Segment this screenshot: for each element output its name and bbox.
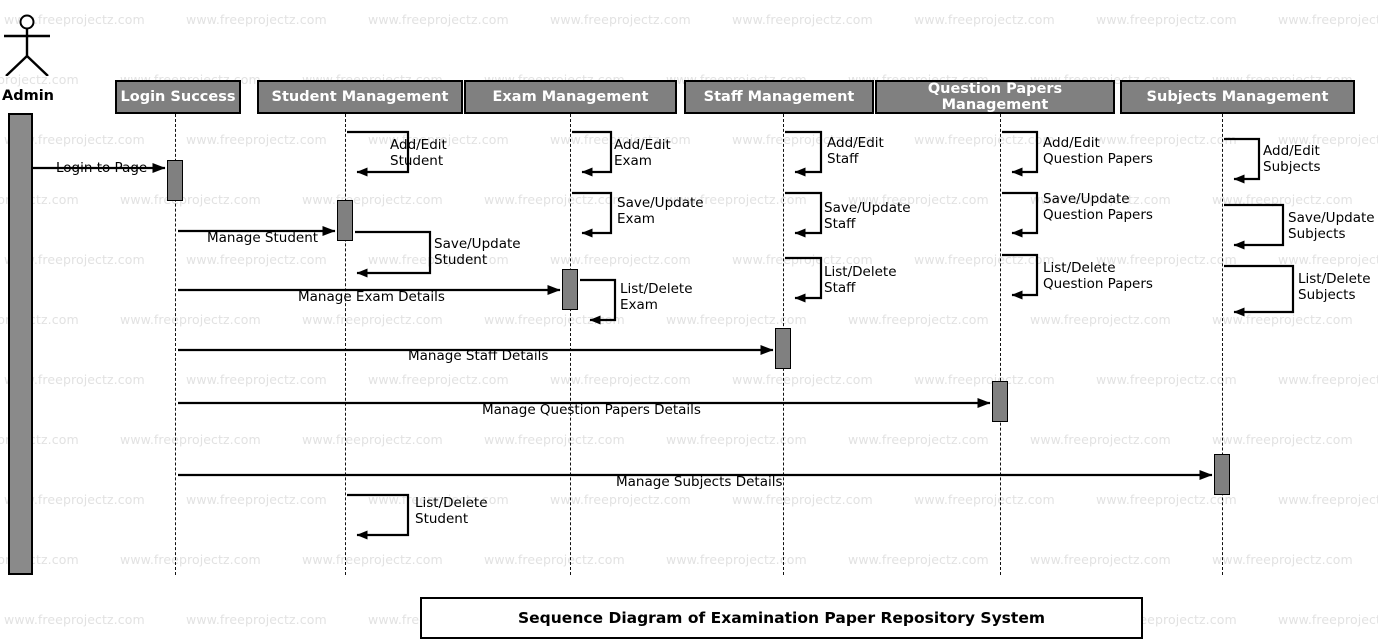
self-label-line1: Add/Edit — [390, 137, 447, 153]
self-label-list-delete-exam: List/Delete Exam — [620, 281, 693, 313]
self-label-list-delete-student: List/Delete Student — [415, 495, 488, 527]
self-label-list-delete-question: List/Delete Question Papers — [1043, 260, 1153, 292]
self-label-line2: Exam — [617, 210, 655, 227]
self-label-line2: Question Papers — [1043, 275, 1153, 292]
self-label-save-update-exam: Save/Update Exam — [617, 195, 704, 227]
self-label-line1: Add/Edit — [1043, 135, 1100, 151]
self-label-line1: List/Delete — [415, 495, 488, 511]
self-message-add-edit-question — [1002, 130, 1039, 177]
self-label-add-edit-staff: Add/Edit Staff — [827, 135, 884, 167]
self-label-add-edit-student: Add/Edit Student — [390, 137, 447, 169]
self-label-line1: List/Delete — [620, 281, 693, 297]
self-message-list-delete-exam — [580, 278, 617, 325]
self-label-line2: Subjects — [1263, 158, 1321, 175]
self-message-list-delete-question — [1002, 253, 1039, 300]
self-label-save-update-student: Save/Update Student — [434, 236, 521, 268]
self-label-line2: Subjects — [1298, 286, 1356, 303]
message-label-manage-subjects: Manage Subjects Details — [616, 474, 783, 490]
self-label-save-update-staff: Save/Update Staff — [824, 200, 911, 232]
self-label-line1: Add/Edit — [614, 137, 671, 153]
self-message-list-delete-subjects — [1224, 264, 1295, 317]
self-message-save-update-student — [355, 230, 432, 278]
self-label-list-delete-subjects: List/Delete Subjects — [1298, 271, 1371, 303]
self-label-line1: Add/Edit — [1263, 143, 1320, 159]
self-label-save-update-subjects: Save/Update Subjects — [1288, 210, 1375, 242]
diagram-layer: Admin Login Success Student Management E… — [0, 0, 1378, 644]
self-label-list-delete-staff: List/Delete Staff — [824, 264, 897, 296]
self-label-line2: Question Papers — [1043, 150, 1153, 167]
self-message-add-edit-subjects — [1224, 137, 1261, 184]
self-label-line1: Add/Edit — [827, 135, 884, 151]
self-label-line2: Staff — [824, 279, 856, 296]
self-label-line1: Save/Update — [1288, 210, 1375, 226]
self-label-line2: Student — [415, 510, 469, 527]
message-label-manage-staff: Manage Staff Details — [408, 348, 549, 364]
self-label-line1: Save/Update — [824, 200, 911, 216]
self-label-line1: Save/Update — [434, 236, 521, 252]
self-label-line2: Question Papers — [1043, 206, 1153, 223]
message-label-manage-exam: Manage Exam Details — [298, 289, 445, 305]
message-label-login-to-page: Login to Page — [56, 160, 148, 176]
self-label-line1: List/Delete — [1298, 271, 1371, 287]
self-label-line2: Student — [434, 251, 488, 268]
self-message-save-update-subjects — [1224, 203, 1285, 250]
self-label-add-edit-question: Add/Edit Question Papers — [1043, 135, 1153, 167]
message-label-manage-question: Manage Question Papers Details — [482, 402, 701, 418]
diagram-caption-box: Sequence Diagram of Examination Paper Re… — [420, 597, 1143, 639]
self-message-save-update-staff — [785, 191, 823, 238]
self-label-line2: Exam — [620, 296, 658, 313]
self-label-line2: Staff — [824, 215, 856, 232]
self-label-line1: Save/Update — [1043, 191, 1130, 207]
self-message-add-edit-staff — [785, 130, 823, 177]
self-label-line2: Staff — [827, 150, 859, 167]
self-label-save-update-question: Save/Update Question Papers — [1043, 191, 1153, 223]
self-label-add-edit-subjects: Add/Edit Subjects — [1263, 143, 1321, 175]
sequence-diagram-canvas: www.freeprojectz.com www.freeprojectz.com… — [0, 0, 1378, 644]
diagram-caption-text: Sequence Diagram of Examination Paper Re… — [518, 609, 1045, 627]
self-label-line2: Exam — [614, 152, 652, 169]
message-lines-layer — [33, 130, 1295, 540]
self-message-list-delete-student — [347, 493, 410, 540]
message-label-manage-student: Manage Student — [207, 230, 319, 246]
self-message-add-edit-exam — [572, 130, 613, 177]
self-message-save-update-exam — [572, 191, 613, 238]
self-label-line2: Student — [390, 152, 444, 169]
self-label-line2: Subjects — [1288, 225, 1346, 242]
self-message-save-update-question — [1002, 191, 1039, 238]
self-message-list-delete-staff — [785, 256, 823, 303]
self-label-line1: Save/Update — [617, 195, 704, 211]
self-label-line1: List/Delete — [824, 264, 897, 280]
self-label-line1: List/Delete — [1043, 260, 1116, 276]
self-label-add-edit-exam: Add/Edit Exam — [614, 137, 671, 169]
